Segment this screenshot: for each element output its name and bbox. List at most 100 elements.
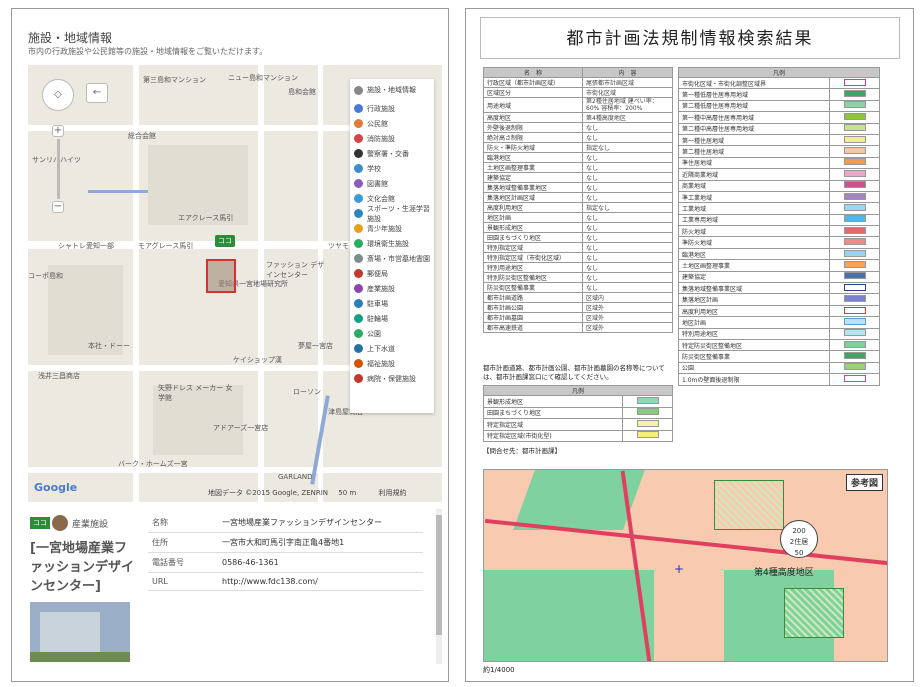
regulation-value: 市街化区域: [582, 87, 673, 98]
legend-item[interactable]: 消防施設: [350, 131, 434, 146]
legend-swatch: [843, 215, 866, 223]
facility-info: ココ 産業施設 [一宮地場産業ファッションデザインセンター] 名称 一宮地場産業フ…: [28, 507, 442, 667]
legend-row: 特定指定区域(市街化型): [483, 429, 673, 442]
facility-map[interactable]: 第三島和マンション ニュー島和マンション 島和会館 総合会館 サンリバハイツ エ…: [28, 65, 442, 502]
legend-label: 工業地域: [678, 202, 830, 215]
legend-item[interactable]: 駐輪場: [350, 311, 434, 326]
detail-value: 一宮市大和町馬引字南正亀4番地1: [218, 532, 423, 553]
regulation-value: なし: [582, 172, 673, 183]
regulation-table: 名 称 内 容 行政区域（都市計画区域） 尾張都市計画区域 区域区分 市街化区域 用途地…: [483, 67, 673, 333]
legend-item[interactable]: 施設・地域情報: [350, 79, 434, 101]
table-row: 用途地域 第2種住居地域 建ぺい率：60% 容積率：200%: [483, 97, 673, 113]
regulation-value: 区域外: [582, 302, 673, 313]
legend-item[interactable]: スポーツ・生涯学習施設: [350, 205, 434, 223]
regulation-value: なし: [582, 152, 673, 163]
legend-row: 田園まちづくり地区: [483, 406, 673, 419]
legend-row: 第二種住居地域: [678, 145, 880, 158]
legend-row: 近隣商業地域: [678, 168, 880, 181]
map-label: 第三島和マンション: [143, 76, 206, 84]
park-area: [784, 588, 844, 638]
legend-item[interactable]: 学校: [350, 161, 434, 176]
back-arrow-icon[interactable]: ←: [86, 83, 108, 103]
regulation-value: なし: [582, 282, 673, 293]
legend-row: 景観形成地区: [483, 395, 673, 408]
legend-item[interactable]: 駐車場: [350, 296, 434, 311]
legend-item[interactable]: 環境衛生施設: [350, 236, 434, 251]
detail-key: 名称: [148, 513, 218, 533]
table-row: 都市計画道路 区域内: [483, 292, 673, 303]
map-label: バーク・ホームズ一宮: [118, 460, 188, 468]
regulation-name: 臨港地区: [483, 152, 583, 163]
legend-icon: [354, 359, 363, 368]
legend-header: 凡例: [678, 67, 880, 78]
detail-key: 電話番号: [148, 552, 218, 573]
table-row: 田園まちづくり地区 なし: [483, 232, 673, 243]
legend-swatch: [843, 340, 866, 348]
legend-icon: [354, 374, 363, 383]
regulation-name: 集落地域整備事業地区: [483, 182, 583, 193]
zoom-slider-track[interactable]: [57, 139, 60, 199]
legend-swatch: [636, 419, 659, 427]
legend-swatch: [843, 317, 866, 325]
stamp-value2: 50: [794, 549, 804, 557]
detail-value[interactable]: http://www.fdc138.com/: [218, 572, 423, 591]
legend-item[interactable]: 図書館: [350, 176, 434, 191]
pan-control[interactable]: ◇: [42, 79, 74, 111]
legend-item[interactable]: 公民館: [350, 116, 434, 131]
legend-label: 特定防災街区整備地区: [678, 338, 830, 352]
map-scale: 50 m: [338, 489, 357, 497]
legend-item[interactable]: 警察署・交番: [350, 146, 434, 161]
legend-label: 建築協定: [678, 270, 830, 284]
zoom-out-button[interactable]: −: [52, 201, 64, 213]
table-row: 電話番号 0586-46-1361: [148, 552, 423, 573]
terms-link[interactable]: 利用規約: [378, 489, 406, 497]
regulation-name: 特別用途地区: [483, 262, 583, 273]
legend-row: 1.0mの壁面後退制限: [678, 373, 880, 386]
zoning-legend: 凡例 市街化区域・市街化調整区域界 第一種低層住居専用地域 第二種低層住居専用地域第…: [678, 67, 880, 386]
facility-photo: [30, 602, 130, 662]
facility-marker[interactable]: [206, 259, 236, 293]
legend-icon: [354, 149, 363, 158]
table-row: 集落地域整備事業地区 なし: [483, 182, 673, 193]
map-label: 総合会館: [128, 132, 156, 140]
map-label: 浅井三昌商店: [38, 372, 80, 380]
legend-item[interactable]: 行政施設: [350, 101, 434, 116]
legend-icon: [354, 269, 363, 278]
legend-label: 準住居地域: [678, 156, 830, 170]
facility-info-panel: 施設・地域情報 市内の行政施設や公民館等の施設・地域情報をご覧いただけます。 第…: [11, 8, 449, 682]
legend-label: 消防施設: [367, 134, 395, 143]
legend-item[interactable]: 病院・保健施設: [350, 371, 434, 386]
reference-map: + 200 2住居 50 第4種高度地区 参考図: [483, 469, 888, 662]
industry-icon: [52, 515, 68, 531]
regulation-value: 尾張都市計画区域: [582, 77, 673, 88]
legend-item[interactable]: 上下水道: [350, 341, 434, 356]
legend-item[interactable]: 斎場・市営墓地霊園: [350, 251, 434, 266]
here-marker[interactable]: ココ: [215, 235, 235, 247]
legend-swatch: [843, 158, 866, 166]
table-row: 都市計画公園 区域外: [483, 302, 673, 313]
legend-label: 図書館: [367, 179, 388, 188]
zone-label: 第4種高度地区: [754, 568, 814, 578]
legend-item[interactable]: 公園: [350, 326, 434, 341]
scrollbar[interactable]: [436, 509, 442, 664]
legend-row: 集落地域整備事業区域: [678, 282, 880, 295]
legend-label: 学校: [367, 164, 381, 173]
legend-swatch: [843, 306, 866, 314]
zoom-in-button[interactable]: +: [52, 125, 64, 137]
regulation-value: 第4種高度地区: [582, 112, 673, 123]
legend-row: 第一種低層住居専用地域: [678, 88, 880, 101]
legend-item[interactable]: 郵便局: [350, 266, 434, 281]
table-row: 行政区域（都市計画区域） 尾張都市計画区域: [483, 77, 673, 88]
table-row: 高度利用地区 指定なし: [483, 202, 673, 213]
map-label: ツヤモ: [328, 242, 349, 250]
legend-swatch: [843, 238, 866, 246]
legend-item[interactable]: 福祉施設: [350, 356, 434, 371]
legend-icon: [354, 119, 363, 128]
table-row: 建築協定 なし: [483, 172, 673, 183]
legend-row: 第二種中高層住居専用地域: [678, 122, 880, 135]
legend-swatch: [843, 192, 866, 200]
regulation-name: 防火・準防火地域: [483, 142, 583, 153]
regulation-name: 土地区画整理事業: [483, 162, 583, 173]
legend-swatch: [843, 295, 866, 303]
legend-item[interactable]: 産業施設: [350, 281, 434, 296]
